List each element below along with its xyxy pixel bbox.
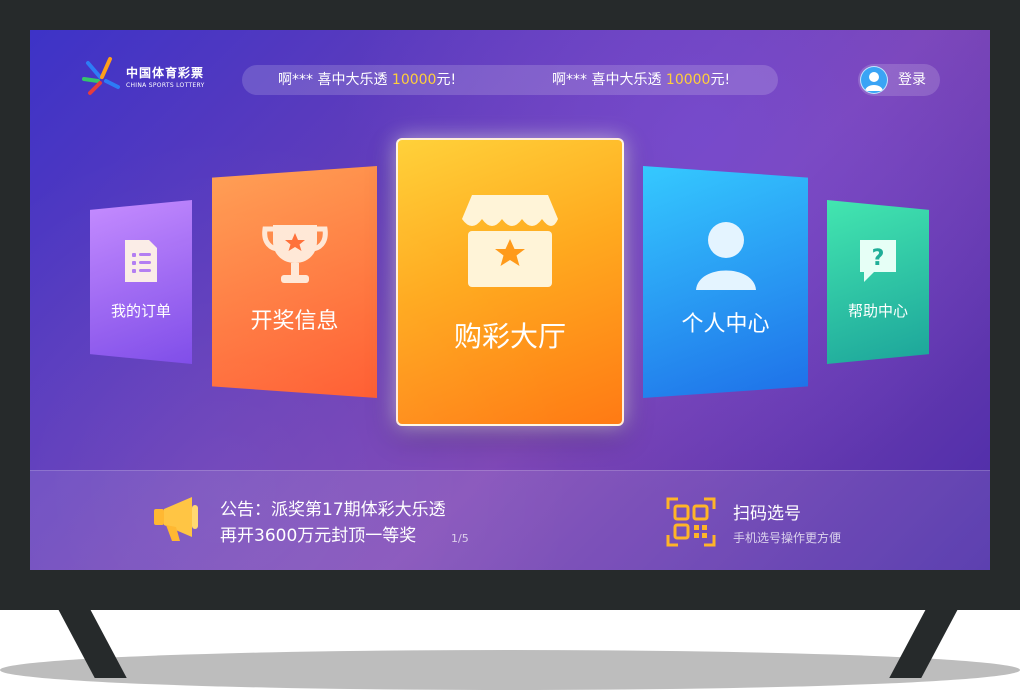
trophy-icon [259, 219, 331, 291]
ticker-item-amount: 10000 [391, 72, 437, 88]
card-lottery-hall[interactable]: 购彩大厅 [396, 138, 624, 426]
svg-text:?: ? [872, 246, 885, 271]
megaphone-icon [152, 493, 204, 545]
login-button[interactable]: 登录 [858, 64, 940, 96]
card-personal-center[interactable]: 个人中心 [643, 166, 808, 398]
logo-chinese-name: 中国体育彩票 [126, 65, 205, 80]
card-help-center[interactable]: ? 帮助中心 [827, 200, 929, 364]
ticker-item-suffix: 元! [710, 72, 731, 88]
card-draw-info-label: 开奖信息 [250, 309, 339, 334]
ticker-item-amount: 10000 [665, 72, 711, 88]
tv-frame: 中国体育彩票 CHINA SPORTS LOTTERY 啊*** 喜中大乐透 1… [0, 0, 1020, 610]
bottom-bar: 公告：派奖第17期体彩大乐透 再开3600万元封顶一等奖 1/5 扫码选号 手机… [30, 470, 990, 570]
ticker-item: 啊*** 喜中大乐透 10000元! [278, 65, 456, 95]
tv-screen: 中国体育彩票 CHINA SPORTS LOTTERY 啊*** 喜中大乐透 1… [30, 30, 990, 570]
card-draw-info[interactable]: 开奖信息 [212, 166, 377, 398]
tv-floor-shadow [0, 650, 1020, 690]
card-personal-center-label: 个人中心 [681, 312, 770, 337]
ticker-item-suffix: 元! [436, 72, 457, 88]
announcement-line-2: 再开3600万元封顶一等奖 [220, 526, 417, 546]
user-icon [692, 218, 760, 292]
ticker-item: 啊*** 喜中大乐透 10000元! [552, 65, 730, 95]
scan-title[interactable]: 扫码选号 [733, 499, 801, 524]
card-my-orders[interactable]: 我的订单 [90, 200, 192, 364]
lottery-logo: 中国体育彩票 CHINA SPORTS LOTTERY [80, 52, 230, 100]
ticker-item-prefix: 啊*** 喜中大乐透 [278, 72, 392, 88]
login-label: 登录 [898, 72, 926, 88]
scan-subtitle: 手机选号操作更方便 [733, 531, 842, 545]
lottery-logo-icon [80, 55, 122, 97]
card-help-center-label: 帮助中心 [847, 301, 908, 320]
announcement-line-1: 公告：派奖第17期体彩大乐透 [220, 500, 446, 520]
qr-code-icon[interactable] [666, 497, 716, 547]
ticker-item-prefix: 啊*** 喜中大乐透 [552, 72, 666, 88]
card-lottery-hall-label: 购彩大厅 [453, 320, 566, 353]
announcement[interactable]: 公告：派奖第17期体彩大乐透 再开3600万元封顶一等奖 [220, 497, 446, 549]
store-icon [458, 191, 562, 291]
winner-ticker: 啊*** 喜中大乐透 10000元! 啊*** 喜中大乐透 10000元! [242, 65, 778, 95]
user-avatar-icon [860, 66, 888, 94]
announcement-page-indicator: 1/5 [451, 532, 469, 545]
logo-english-name: CHINA SPORTS LOTTERY [126, 81, 205, 89]
document-icon [121, 238, 161, 284]
question-bubble-icon: ? [856, 238, 900, 284]
card-my-orders-label: 我的订单 [110, 301, 171, 320]
